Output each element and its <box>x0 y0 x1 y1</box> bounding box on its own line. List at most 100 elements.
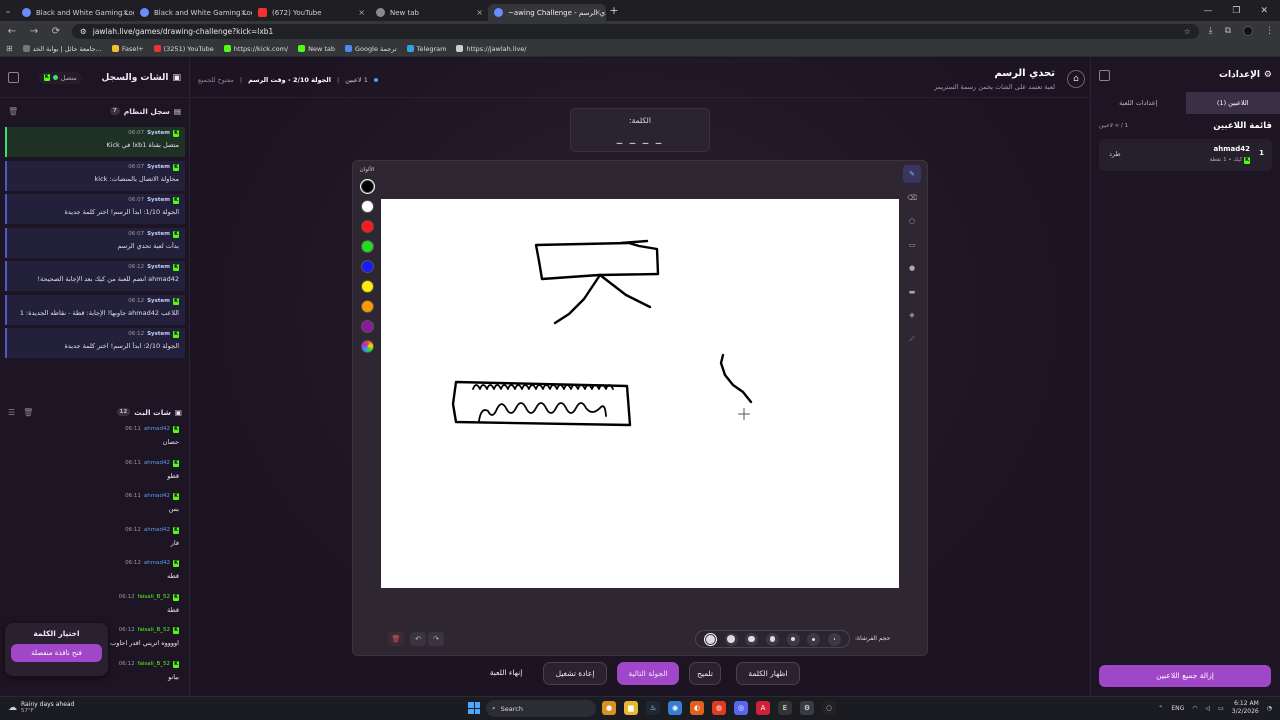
pen-tool-icon[interactable]: ✎ <box>903 165 921 183</box>
end-game-button[interactable]: إنهاء اللعبة <box>480 662 532 685</box>
color-swatch[interactable] <box>360 300 374 313</box>
maximize-icon[interactable]: ❐ <box>1232 6 1240 16</box>
windows-start-icon[interactable] <box>468 702 480 714</box>
chat-username[interactable]: ahmad42 <box>144 460 170 467</box>
tab-close-icon[interactable]: × <box>122 8 129 17</box>
brush-size-option[interactable] <box>703 632 717 646</box>
browser-tab[interactable]: (672) YouTube × <box>252 4 370 21</box>
tray-chevron-icon[interactable]: ⌃ <box>1158 705 1163 712</box>
bookmark-item[interactable]: https://kick.com/ <box>223 45 288 53</box>
bookmark-item[interactable]: Google ترجمة <box>345 45 397 53</box>
tab-list-chevron-icon[interactable]: ⌄ <box>0 6 16 16</box>
home-button[interactable]: ⌂ <box>1067 70 1085 88</box>
obs-icon[interactable]: ◌ <box>822 701 836 715</box>
line-tool-icon[interactable]: ⟋ <box>903 330 921 348</box>
tab-close-icon[interactable]: × <box>240 8 247 17</box>
next-round-button[interactable]: الجولة التالية <box>617 662 679 685</box>
extensions-icon[interactable]: ⧉ <box>1225 26 1231 36</box>
collapse-panel-icon[interactable] <box>8 72 19 83</box>
remove-all-players-button[interactable]: إزالة جميع اللاعبين <box>1099 665 1271 687</box>
restart-button[interactable]: إعادة تشغيل <box>543 662 607 685</box>
browser-tab[interactable]: ~awing Challenge - تحدي الرسم× <box>488 4 606 21</box>
filled-circle-tool-icon[interactable]: ● <box>903 259 921 277</box>
clock[interactable]: 6:12 AM 3/2/2026 <box>1232 700 1259 716</box>
kick-player-button[interactable]: طرد <box>1109 150 1121 158</box>
tab-close-icon[interactable]: × <box>594 8 601 17</box>
clear-canvas-trash-icon[interactable]: 🗑 <box>388 632 404 646</box>
profile-avatar[interactable] <box>1243 26 1253 36</box>
hint-button[interactable]: تلميح <box>689 662 721 685</box>
circle-tool-icon[interactable]: ○ <box>903 212 921 230</box>
bookmark-item[interactable]: Telegram <box>406 45 446 53</box>
download-icon[interactable]: ⤓ <box>1209 26 1213 36</box>
bookmark-item[interactable]: جامعة حائل | بوابة الخد... <box>22 45 102 53</box>
lang-indicator[interactable]: ENG <box>1171 705 1184 712</box>
chrome-icon[interactable]: ◉ <box>668 701 682 715</box>
tab-close-icon[interactable]: × <box>476 8 483 17</box>
brush-size-option[interactable] <box>745 632 759 646</box>
fill-bucket-icon[interactable]: ◈ <box>903 306 921 324</box>
browser-tab[interactable]: Black and White Gaming Logo × <box>16 4 134 21</box>
app-icon[interactable]: ◐ <box>690 701 704 715</box>
bookmark-item[interactable]: (3251) YouTube <box>153 45 214 53</box>
back-icon[interactable]: ← <box>6 26 18 37</box>
system-log-list[interactable]: K System 06:07 متصل بقناة lxb1 في Kick K Syst… <box>5 127 185 359</box>
collapse-settings-icon[interactable] <box>1099 69 1110 81</box>
bookmark-item[interactable]: Fasel+ <box>111 45 144 53</box>
undo-icon[interactable]: ↶ <box>410 632 426 646</box>
drawing-canvas[interactable] <box>381 199 899 588</box>
chat-username[interactable]: faisali_B_52 <box>138 594 170 601</box>
notifications-bell-icon[interactable]: ◔ <box>1267 705 1272 712</box>
tab-close-icon[interactable]: × <box>358 8 365 17</box>
color-swatch[interactable] <box>360 180 374 193</box>
filled-rectangle-tool-icon[interactable]: ▬ <box>903 283 921 301</box>
chat-filter-icon[interactable]: ☰ <box>8 408 15 417</box>
color-swatch[interactable] <box>360 280 374 293</box>
chat-username[interactable]: ahmad42 <box>144 560 170 567</box>
new-tab-button[interactable]: + <box>606 4 622 17</box>
adobe-icon[interactable]: A <box>756 701 770 715</box>
browser-tab[interactable]: New tab × <box>370 4 488 21</box>
clear-chat-trash-icon[interactable]: 🗑 <box>23 408 33 417</box>
clear-log-trash-icon[interactable]: 🗑 <box>8 107 18 116</box>
brush-size-option[interactable] <box>828 632 842 646</box>
file-explorer-icon[interactable]: ▆ <box>624 701 638 715</box>
chat-username[interactable]: ahmad42 <box>144 426 170 433</box>
brush-size-option[interactable] <box>786 632 800 646</box>
chat-username[interactable]: faisali_B_52 <box>138 627 170 634</box>
brush-size-option[interactable] <box>807 632 821 646</box>
battery-icon[interactable]: ▭ <box>1218 705 1224 712</box>
brush-size-option[interactable] <box>724 632 738 646</box>
color-swatch[interactable] <box>360 200 374 213</box>
show-word-button[interactable]: اظهار الكلمة <box>736 662 800 685</box>
color-swatch[interactable] <box>360 220 374 233</box>
weather-widget[interactable]: ☁ Rainy days ahead 57°F <box>8 701 74 714</box>
minimize-icon[interactable]: — <box>1203 6 1212 16</box>
rectangle-tool-icon[interactable]: ▭ <box>903 236 921 254</box>
bookmark-item[interactable]: New tab <box>298 45 335 53</box>
discord-icon[interactable]: ◎ <box>734 701 748 715</box>
volume-icon[interactable]: ◁ <box>1206 705 1211 712</box>
browser-tab[interactable]: Black and White Gaming Logo × <box>134 4 252 21</box>
color-swatch[interactable] <box>360 240 374 253</box>
forward-icon[interactable]: → <box>28 26 40 37</box>
tab-players[interactable]: اللاعبين (1) <box>1185 92 1280 114</box>
redo-icon[interactable]: ↷ <box>428 632 444 646</box>
apps-grid-icon[interactable]: ⊞ <box>6 44 13 53</box>
taskbar-search[interactable]: ⌕ Search <box>486 700 596 717</box>
url-omnibox[interactable]: ⚙ jawlah.live/games/drawing-challenge?ki… <box>72 23 1199 39</box>
tab-game-settings[interactable]: إعدادات اللعبة <box>1091 92 1186 114</box>
color-swatch[interactable] <box>360 320 374 333</box>
chat-username[interactable]: faisali_B_52 <box>138 661 170 668</box>
close-window-icon[interactable]: ✕ <box>1260 6 1268 16</box>
brush-size-option[interactable] <box>765 632 779 646</box>
wifi-icon[interactable]: ◠ <box>1192 705 1197 712</box>
eraser-tool-icon[interactable]: ⌫ <box>903 189 921 207</box>
bookmark-star-icon[interactable]: ☆ <box>1184 27 1191 36</box>
widget-app-icon[interactable]: ● <box>602 701 616 715</box>
settings-app-icon[interactable]: ⚙ <box>800 701 814 715</box>
firefox-icon[interactable]: ◍ <box>712 701 726 715</box>
custom-color-picker[interactable] <box>360 340 374 353</box>
chat-username[interactable]: ahmad42 <box>144 493 170 500</box>
open-popup-button[interactable]: فتح نافذة منفصلة <box>11 644 102 662</box>
